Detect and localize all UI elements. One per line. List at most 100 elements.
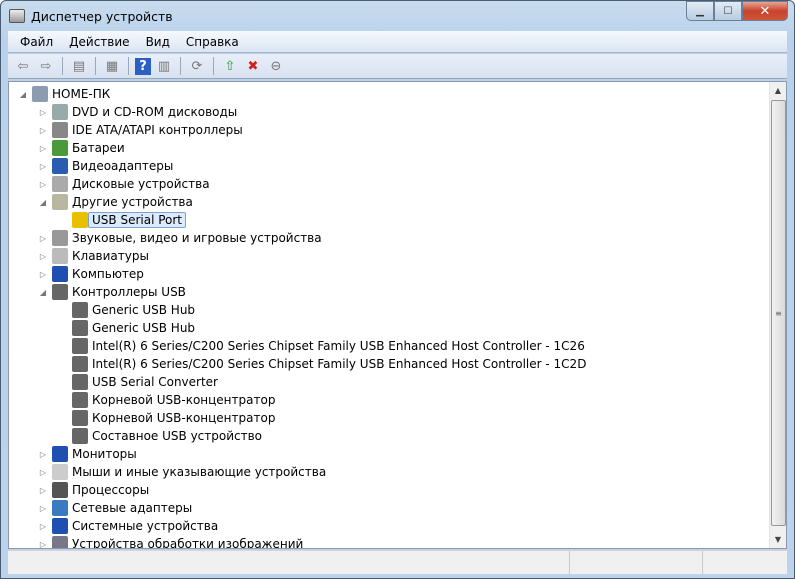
expand-arrow-icon[interactable]: ▷	[38, 504, 48, 513]
back-icon[interactable]: ⇦	[13, 57, 33, 75]
computer-monitor-icon	[52, 266, 68, 282]
collapse-arrow-icon[interactable]: ◢	[18, 90, 28, 99]
maximize-button[interactable]: ☐	[714, 1, 742, 21]
update-driver-icon[interactable]: ⇧	[220, 57, 240, 75]
forward-icon[interactable]: ⇨	[36, 57, 56, 75]
expand-arrow-icon[interactable]: ▷	[38, 234, 48, 243]
tree-item[interactable]: ▷ Сетевые адаптеры	[40, 499, 193, 517]
mouse-icon	[52, 464, 68, 480]
tree-item[interactable]: Intel(R) 6 Series/C200 Series Chipset Fa…	[72, 355, 586, 373]
tree-item[interactable]: ▷ Системные устройства	[40, 517, 219, 535]
expand-arrow-icon[interactable]: ▷	[38, 162, 48, 171]
network-adapter-icon	[52, 500, 68, 516]
tree-item-label: Другие устройства	[72, 195, 193, 209]
toolbar-separator	[62, 57, 63, 75]
scroll-thumb[interactable]: ≡	[771, 100, 786, 526]
scroll-up-button[interactable]: ▲	[770, 82, 786, 99]
menu-action[interactable]: Действие	[61, 35, 137, 49]
tree-item[interactable]: USB Serial Converter	[72, 373, 218, 391]
status-pane-3	[703, 551, 787, 574]
usb-icon	[72, 410, 88, 426]
expand-arrow-icon[interactable]: ▷	[38, 468, 48, 477]
display-adapter-icon	[52, 158, 68, 174]
tree-item-label: Generic USB Hub	[92, 303, 196, 317]
menu-view[interactable]: Вид	[138, 35, 178, 49]
device-manager-icon	[9, 9, 25, 23]
help-icon[interactable]: ?	[135, 57, 151, 75]
imaging-device-icon	[52, 536, 68, 548]
tree-item-label: USB Serial Port	[88, 212, 187, 228]
tree-item[interactable]: ▷ Процессоры	[40, 481, 149, 499]
vertical-scrollbar[interactable]: ▲ ≡ ▼	[769, 82, 786, 548]
scroll-down-button[interactable]: ▼	[770, 531, 786, 548]
tree-item[interactable]: ▷ Звуковые, видео и игровые устройства	[40, 229, 322, 247]
tree-item[interactable]: ▷ Мониторы	[40, 445, 137, 463]
monitor-icon	[52, 446, 68, 462]
menu-file[interactable]: Файл	[12, 35, 61, 49]
tree-item-label: Системные устройства	[72, 519, 219, 533]
expand-arrow-icon[interactable]: ▷	[38, 540, 48, 549]
usb-icon	[52, 284, 68, 300]
tree-item[interactable]: ◢ Контроллеры USB	[40, 283, 186, 301]
show-action-pane-icon[interactable]: ▥	[154, 57, 174, 75]
tree-item-label: Звуковые, видео и игровые устройства	[72, 231, 322, 245]
tree-item-label: Мониторы	[72, 447, 137, 461]
tree-item[interactable]: Intel(R) 6 Series/C200 Series Chipset Fa…	[72, 337, 585, 355]
tree-item[interactable]: ▷ Устройства обработки изображений	[40, 535, 303, 548]
expand-arrow-icon[interactable]: ▷	[38, 126, 48, 135]
menu-help[interactable]: Справка	[178, 35, 247, 49]
tree-item[interactable]: ◢ HOME-ПК	[20, 85, 110, 103]
tree-item[interactable]: ▷ Батареи	[40, 139, 125, 157]
show-hide-console-tree-icon[interactable]: ▤	[69, 57, 89, 75]
uninstall-icon[interactable]: ✖	[243, 57, 263, 75]
tree-item[interactable]: ▷ Клавиатуры	[40, 247, 149, 265]
properties-icon[interactable]: ▦	[102, 57, 122, 75]
processor-icon	[52, 482, 68, 498]
expand-arrow-icon[interactable]: ▷	[38, 270, 48, 279]
tree-item[interactable]: ▷ Дисковые устройства	[40, 175, 210, 193]
tree-item-label: Видеоадаптеры	[72, 159, 174, 173]
device-tree: ▲ ≡ ▼ ◢ HOME-ПК ▷ DVD и CD-ROM дисководы ▷ ID…	[8, 81, 787, 549]
tree-item[interactable]: Generic USB Hub	[72, 301, 195, 319]
tree-item[interactable]: ▷ DVD и CD-ROM дисководы	[40, 103, 237, 121]
tree-item[interactable]: Generic USB Hub	[72, 319, 195, 337]
expand-arrow-icon[interactable]: ▷	[38, 522, 48, 531]
expand-arrow-icon[interactable]: ▷	[38, 108, 48, 117]
status-pane-2	[570, 551, 703, 574]
speaker-icon	[52, 230, 68, 246]
scan-hardware-icon[interactable]: ⟳	[187, 57, 207, 75]
expand-arrow-icon[interactable]: ▷	[38, 144, 48, 153]
expand-arrow-icon[interactable]: ▷	[38, 450, 48, 459]
tree-item[interactable]: ▷ Компьютер	[40, 265, 144, 283]
disable-device-icon[interactable]: ⊖	[266, 57, 286, 75]
collapse-arrow-icon[interactable]: ◢	[38, 198, 48, 207]
toolbar-separator	[213, 57, 214, 75]
close-button[interactable]: ✕	[742, 1, 788, 21]
tree-item-label: Корневой USB-концентратор	[92, 411, 276, 425]
tree-item[interactable]: ▷ IDE ATA/ATAPI контроллеры	[40, 121, 243, 139]
tree-item-label: Батареи	[72, 141, 125, 155]
expand-arrow-icon[interactable]: ▷	[38, 486, 48, 495]
expand-arrow-icon[interactable]: ▷	[38, 252, 48, 261]
tree-item-label: Компьютер	[72, 267, 144, 281]
title-bar: Диспетчер устройств	[9, 5, 173, 27]
tree-item[interactable]: ◢ Другие устройства	[40, 193, 193, 211]
system-devices-icon	[52, 518, 68, 534]
minimize-button[interactable]: ▁	[686, 1, 714, 21]
collapse-arrow-icon[interactable]: ◢	[38, 288, 48, 297]
tree-item[interactable]: USB Serial Port	[72, 211, 187, 229]
expand-arrow-icon[interactable]: ▷	[38, 180, 48, 189]
usb-icon	[72, 392, 88, 408]
tree-item-label: Клавиатуры	[72, 249, 149, 263]
keyboard-icon	[52, 248, 68, 264]
tree-item[interactable]: Корневой USB-концентратор	[72, 409, 275, 427]
tree-item-label: Intel(R) 6 Series/C200 Series Chipset Fa…	[92, 339, 585, 353]
tree-item[interactable]: ▷ Мыши и иные указывающие устройства	[40, 463, 326, 481]
tree-item-label: Дисковые устройства	[72, 177, 210, 191]
tree-item[interactable]: Составное USB устройство	[72, 427, 262, 445]
battery-icon	[52, 140, 68, 156]
usb-icon	[72, 356, 88, 372]
tree-item[interactable]: Корневой USB-концентратор	[72, 391, 275, 409]
tree-item-label: Сетевые адаптеры	[72, 501, 193, 515]
tree-item[interactable]: ▷ Видеоадаптеры	[40, 157, 174, 175]
